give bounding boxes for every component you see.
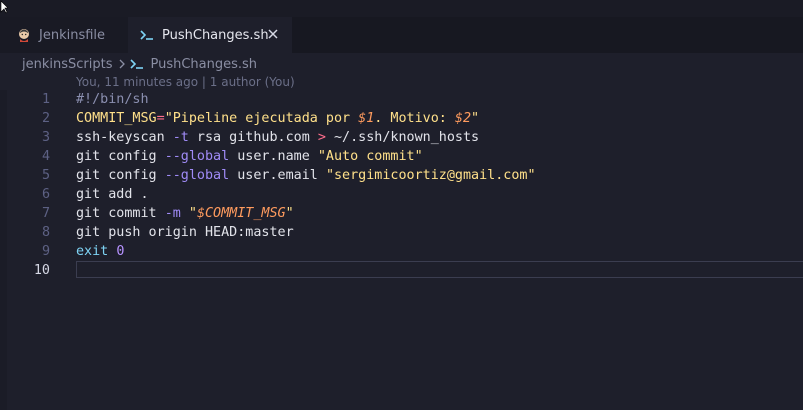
code-token: " [285, 206, 294, 221]
code-token: git commit [76, 206, 165, 221]
tab-bar: Jenkinsfile PushChanges.sh [0, 17, 803, 53]
code-line[interactable]: 7 git commit -m "$COMMIT_MSG" [0, 204, 803, 223]
code-token: rsa github.com [188, 130, 318, 145]
terminal-icon [130, 58, 144, 70]
code-token: $2 [454, 111, 472, 126]
code-token: #!/bin/sh [76, 92, 149, 107]
code-token: -m [164, 206, 181, 221]
tab-label: PushChanges.sh [162, 27, 269, 43]
code-token: $1 [358, 111, 375, 126]
code-token: git push origin HEAD:master [76, 225, 294, 240]
code-token: git add . [76, 187, 149, 202]
code-token: 0 [116, 244, 125, 259]
code-line[interactable]: 5 git config --global user.email "sergimi… [0, 166, 803, 185]
code-text: git add . [76, 185, 149, 204]
code-text: git push origin HEAD:master [76, 223, 294, 242]
chevron-right-icon [118, 59, 126, 69]
code-text: exit 0 [76, 242, 124, 261]
code-line[interactable]: 3 ssh-keyscan -t rsa github.com > ~/.ssh/… [0, 128, 803, 147]
code-token: $COMMIT_MSG [196, 206, 286, 221]
code-line[interactable]: 4 git config --global user.name "Auto com… [0, 147, 803, 166]
code-token: > [317, 130, 326, 145]
code-token: " [471, 111, 480, 126]
top-strip [0, 0, 803, 17]
code-text: git commit -m "$COMMIT_MSG" [76, 204, 294, 223]
code-token: = [156, 111, 165, 126]
line-number: 5 [41, 168, 50, 183]
code-line[interactable]: 10 [0, 261, 803, 280]
code-text: git config --global user.email "sergimic… [76, 166, 536, 185]
tab-pushchanges[interactable]: PushChanges.sh [128, 17, 292, 53]
current-line-highlight [76, 261, 803, 278]
tab-label: Jenkinsfile [39, 27, 106, 43]
code-token: user.email [229, 168, 326, 183]
code-token: ssh-keyscan [76, 130, 173, 145]
code-token: ~/.ssh/known_hosts [325, 130, 480, 145]
tab-jenkinsfile[interactable]: Jenkinsfile [0, 17, 128, 53]
code-line[interactable]: 6 git add . [0, 185, 803, 204]
code-editor[interactable]: 1 #!/bin/sh 2 COMMIT_MSG="Pipeline ejecutad… [0, 90, 803, 280]
code-token: -t [172, 130, 189, 145]
code-line[interactable]: 8 git push origin HEAD:master [0, 223, 803, 242]
code-token: "Auto commit" [317, 149, 423, 164]
code-text: git config --global user.name "Auto comm… [76, 147, 423, 166]
line-number: 9 [41, 244, 50, 259]
line-number: 6 [41, 187, 50, 202]
breadcrumb-file[interactable]: PushChanges.sh [150, 57, 257, 72]
code-text: #!/bin/sh [76, 90, 149, 109]
breadcrumb: jenkinsScripts PushChanges.sh [22, 55, 257, 73]
code-token: COMMIT_MSG [76, 111, 157, 126]
breadcrumb-folder[interactable]: jenkinsScripts [22, 57, 112, 72]
code-token: --global [164, 168, 230, 183]
code-token: "Pipeline ejecutada por [164, 111, 359, 126]
codelens-blame[interactable]: You, 11 minutes ago | 1 author (You) [76, 75, 295, 89]
terminal-icon [140, 29, 154, 41]
code-token: . Motivo: [374, 111, 455, 126]
code-token: "sergimicoortiz@gmail.com" [325, 168, 536, 183]
line-number: 8 [41, 225, 50, 240]
code-line[interactable]: 9 exit 0 [0, 242, 803, 261]
line-number: 3 [41, 130, 50, 145]
line-number: 10 [33, 263, 50, 278]
code-token: exit [76, 244, 109, 259]
code-token: git config [76, 168, 165, 183]
cursor-arrow-icon [0, 0, 8, 14]
line-number: 7 [41, 206, 50, 221]
code-token: user.name [229, 149, 318, 164]
line-number: 4 [41, 149, 50, 164]
code-text: COMMIT_MSG="Pipeline ejecutada por $1. M… [76, 109, 479, 128]
close-icon[interactable] [266, 27, 280, 41]
code-token: " [180, 206, 197, 221]
line-number: 2 [41, 111, 50, 126]
code-token: --global [164, 149, 230, 164]
code-text: ssh-keyscan -t rsa github.com > ~/.ssh/k… [76, 128, 479, 147]
code-token: git config [76, 149, 165, 164]
line-number: 1 [41, 92, 50, 107]
code-line[interactable]: 2 COMMIT_MSG="Pipeline ejecutada por $1. … [0, 109, 803, 128]
jenkins-icon [17, 28, 31, 42]
code-line[interactable]: 1 #!/bin/sh [0, 90, 803, 109]
